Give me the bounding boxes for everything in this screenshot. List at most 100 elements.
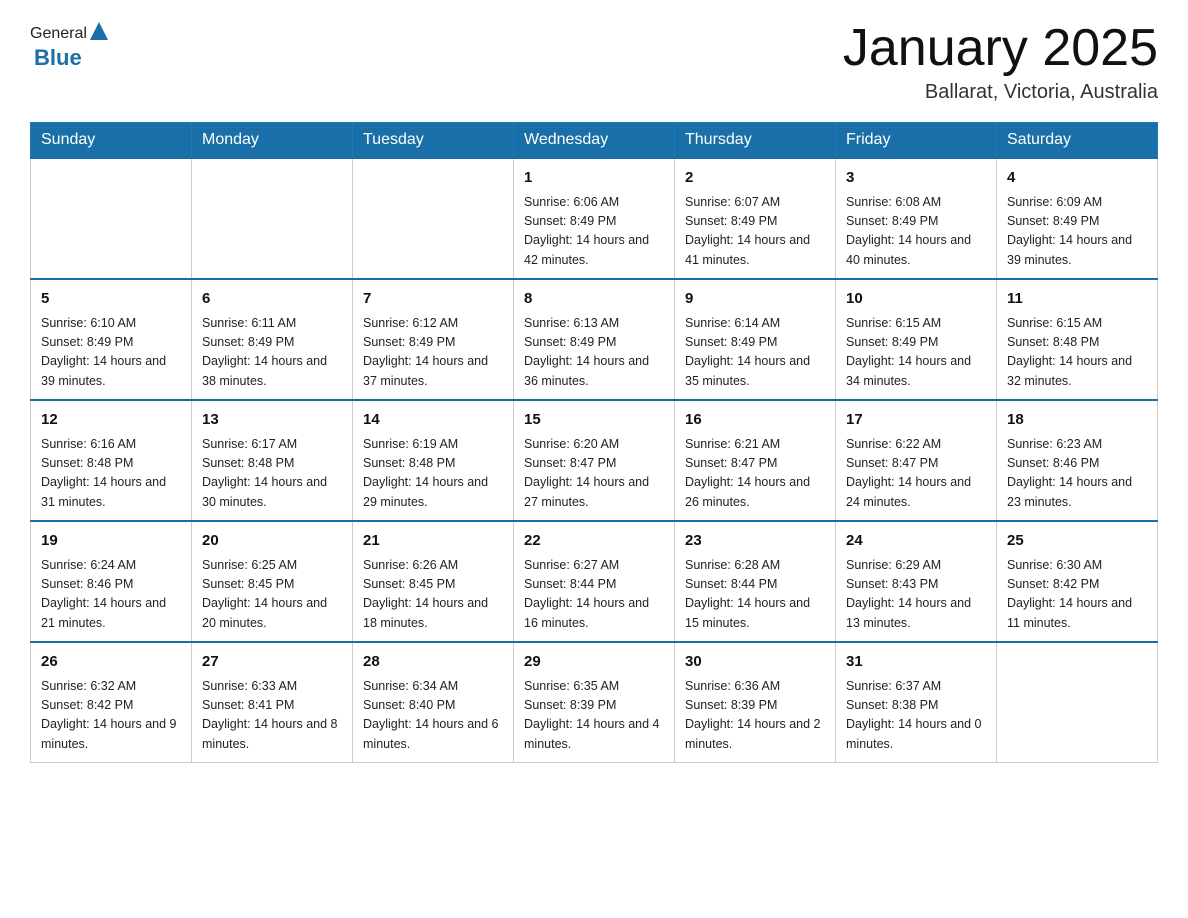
day-number: 15 [524, 409, 664, 432]
calendar-cell: 21Sunrise: 6:26 AM Sunset: 8:45 PM Dayli… [353, 521, 514, 642]
calendar-cell: 3Sunrise: 6:08 AM Sunset: 8:49 PM Daylig… [836, 158, 997, 279]
day-number: 19 [41, 530, 181, 553]
calendar-cell: 1 Sunrise: 6:06 AM Sunset: 8:49 PM Daylig… [514, 158, 675, 279]
calendar-cell: 5 Sunrise: 6:10 AM Sunset: 8:49 PM Daylig… [31, 279, 192, 400]
calendar-cell: 15 Sunrise: 6:20 AM Sunset: 8:47 PM Dayli… [514, 400, 675, 521]
day-number: 20 [202, 530, 342, 553]
day-number: 23 [685, 530, 825, 553]
calendar-week-row: 5 Sunrise: 6:10 AM Sunset: 8:49 PM Daylig… [31, 279, 1158, 400]
day-info: Sunrise: 6:09 AM Sunset: 8:49 PM Dayligh… [1007, 193, 1147, 271]
calendar-cell: 22 Sunrise: 6:27 AM Sunset: 8:44 PM Dayli… [514, 521, 675, 642]
day-info: Sunrise: 6:23 AM Sunset: 8:46 PM Dayligh… [1007, 435, 1147, 513]
calendar-cell: 7Sunrise: 6:12 AM Sunset: 8:49 PM Daylig… [353, 279, 514, 400]
title-area: January 2025 Ballarat, Victoria, Austral… [843, 20, 1158, 104]
calendar-day-header: Friday [836, 123, 997, 159]
calendar-day-header: Saturday [997, 123, 1158, 159]
day-info: Sunrise: 6:06 AM Sunset: 8:49 PM Dayligh… [524, 193, 664, 271]
calendar-table: SundayMondayTuesdayWednesdayThursdayFrid… [30, 122, 1158, 763]
calendar-week-row: 1 Sunrise: 6:06 AM Sunset: 8:49 PM Daylig… [31, 158, 1158, 279]
day-info: Sunrise: 6:20 AM Sunset: 8:47 PM Dayligh… [524, 435, 664, 513]
day-number: 27 [202, 651, 342, 674]
day-info: Sunrise: 6:30 AM Sunset: 8:42 PM Dayligh… [1007, 556, 1147, 634]
day-number: 29 [524, 651, 664, 674]
logo: General Blue [30, 20, 111, 71]
calendar-day-header: Wednesday [514, 123, 675, 159]
calendar-cell: 24 Sunrise: 6:29 AM Sunset: 8:43 PM Dayli… [836, 521, 997, 642]
day-number: 14 [363, 409, 503, 432]
calendar-cell: 8Sunrise: 6:13 AM Sunset: 8:49 PM Daylig… [514, 279, 675, 400]
day-number: 12 [41, 409, 181, 432]
day-number: 25 [1007, 530, 1147, 553]
calendar-cell: 19 Sunrise: 6:24 AM Sunset: 8:46 PM Dayli… [31, 521, 192, 642]
day-number: 7 [363, 288, 503, 311]
calendar-cell: 14 Sunrise: 6:19 AM Sunset: 8:48 PM Dayli… [353, 400, 514, 521]
day-number: 30 [685, 651, 825, 674]
day-number: 2 [685, 167, 825, 190]
day-number: 31 [846, 651, 986, 674]
day-info: Sunrise: 6:16 AM Sunset: 8:48 PM Dayligh… [41, 435, 181, 513]
day-number: 10 [846, 288, 986, 311]
day-info: Sunrise: 6:36 AM Sunset: 8:39 PM Dayligh… [685, 677, 825, 755]
day-info: Sunrise: 6:15 AM Sunset: 8:48 PM Dayligh… [1007, 314, 1147, 392]
day-info: Sunrise: 6:33 AM Sunset: 8:41 PM Dayligh… [202, 677, 342, 755]
day-number: 26 [41, 651, 181, 674]
day-number: 11 [1007, 288, 1147, 311]
day-number: 17 [846, 409, 986, 432]
calendar-cell: 17 Sunrise: 6:22 AM Sunset: 8:47 PM Dayli… [836, 400, 997, 521]
day-info: Sunrise: 6:10 AM Sunset: 8:49 PM Dayligh… [41, 314, 181, 392]
calendar-cell: 31 Sunrise: 6:37 AM Sunset: 8:38 PM Dayli… [836, 642, 997, 763]
calendar-header-row: SundayMondayTuesdayWednesdayThursdayFrid… [31, 123, 1158, 159]
calendar-cell [192, 158, 353, 279]
day-info: Sunrise: 6:27 AM Sunset: 8:44 PM Dayligh… [524, 556, 664, 634]
calendar-day-header: Monday [192, 123, 353, 159]
calendar-week-row: 26 Sunrise: 6:32 AM Sunset: 8:42 PM Dayli… [31, 642, 1158, 763]
day-info: Sunrise: 6:34 AM Sunset: 8:40 PM Dayligh… [363, 677, 503, 755]
day-info: Sunrise: 6:37 AM Sunset: 8:38 PM Dayligh… [846, 677, 986, 755]
calendar-day-header: Tuesday [353, 123, 514, 159]
day-number: 4 [1007, 167, 1147, 190]
calendar-cell: 23 Sunrise: 6:28 AM Sunset: 8:44 PM Dayli… [675, 521, 836, 642]
calendar-cell: 28Sunrise: 6:34 AM Sunset: 8:40 PM Dayli… [353, 642, 514, 763]
day-number: 22 [524, 530, 664, 553]
day-number: 1 [524, 167, 664, 190]
day-info: Sunrise: 6:29 AM Sunset: 8:43 PM Dayligh… [846, 556, 986, 634]
calendar-cell: 26 Sunrise: 6:32 AM Sunset: 8:42 PM Dayli… [31, 642, 192, 763]
calendar-cell: 11 Sunrise: 6:15 AM Sunset: 8:48 PM Dayli… [997, 279, 1158, 400]
calendar-cell: 18 Sunrise: 6:23 AM Sunset: 8:46 PM Dayli… [997, 400, 1158, 521]
month-title: January 2025 [843, 20, 1158, 77]
day-number: 5 [41, 288, 181, 311]
calendar-day-header: Sunday [31, 123, 192, 159]
calendar-cell: 13 Sunrise: 6:17 AM Sunset: 8:48 PM Dayli… [192, 400, 353, 521]
day-info: Sunrise: 6:14 AM Sunset: 8:49 PM Dayligh… [685, 314, 825, 392]
calendar-cell: 27 Sunrise: 6:33 AM Sunset: 8:41 PM Dayli… [192, 642, 353, 763]
calendar-cell: 9 Sunrise: 6:14 AM Sunset: 8:49 PM Daylig… [675, 279, 836, 400]
page-header: General Blue January 2025 Ballarat, Vict… [30, 20, 1158, 104]
day-info: Sunrise: 6:15 AM Sunset: 8:49 PM Dayligh… [846, 314, 986, 392]
calendar-cell: 25 Sunrise: 6:30 AM Sunset: 8:42 PM Dayli… [997, 521, 1158, 642]
day-info: Sunrise: 6:22 AM Sunset: 8:47 PM Dayligh… [846, 435, 986, 513]
calendar-cell: 6Sunrise: 6:11 AM Sunset: 8:49 PM Daylig… [192, 279, 353, 400]
day-info: Sunrise: 6:24 AM Sunset: 8:46 PM Dayligh… [41, 556, 181, 634]
day-info: Sunrise: 6:19 AM Sunset: 8:48 PM Dayligh… [363, 435, 503, 513]
calendar-cell: 20 Sunrise: 6:25 AM Sunset: 8:45 PM Dayli… [192, 521, 353, 642]
calendar-cell: 29Sunrise: 6:35 AM Sunset: 8:39 PM Dayli… [514, 642, 675, 763]
day-number: 9 [685, 288, 825, 311]
day-info: Sunrise: 6:08 AM Sunset: 8:49 PM Dayligh… [846, 193, 986, 271]
day-number: 18 [1007, 409, 1147, 432]
day-info: Sunrise: 6:21 AM Sunset: 8:47 PM Dayligh… [685, 435, 825, 513]
logo-general-text: General [30, 25, 87, 43]
calendar-cell: 16Sunrise: 6:21 AM Sunset: 8:47 PM Dayli… [675, 400, 836, 521]
day-number: 13 [202, 409, 342, 432]
day-info: Sunrise: 6:28 AM Sunset: 8:44 PM Dayligh… [685, 556, 825, 634]
day-info: Sunrise: 6:11 AM Sunset: 8:49 PM Dayligh… [202, 314, 342, 392]
calendar-cell: 4 Sunrise: 6:09 AM Sunset: 8:49 PM Daylig… [997, 158, 1158, 279]
day-info: Sunrise: 6:25 AM Sunset: 8:45 PM Dayligh… [202, 556, 342, 634]
calendar-cell: 12 Sunrise: 6:16 AM Sunset: 8:48 PM Dayli… [31, 400, 192, 521]
day-number: 24 [846, 530, 986, 553]
day-info: Sunrise: 6:32 AM Sunset: 8:42 PM Dayligh… [41, 677, 181, 755]
day-info: Sunrise: 6:17 AM Sunset: 8:48 PM Dayligh… [202, 435, 342, 513]
calendar-week-row: 19 Sunrise: 6:24 AM Sunset: 8:46 PM Dayli… [31, 521, 1158, 642]
day-info: Sunrise: 6:07 AM Sunset: 8:49 PM Dayligh… [685, 193, 825, 271]
calendar-cell [31, 158, 192, 279]
logo-triangle-icon [88, 20, 110, 42]
